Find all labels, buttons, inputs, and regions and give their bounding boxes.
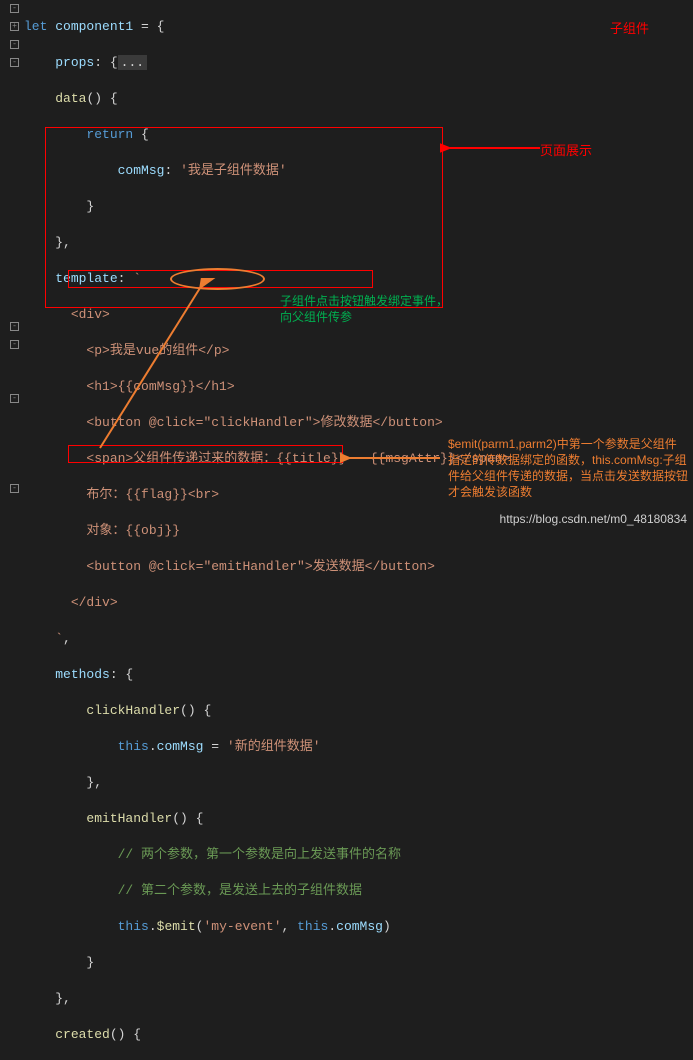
code-line: data() { [24, 90, 510, 108]
annotation-orange-3: 件给父组件传递的数据，当点击发送数据按钮 [448, 467, 688, 484]
annotation-green-1: 子组件点击按钮触发绑定事件， [280, 292, 448, 309]
code-line: 对象：{{obj}} [24, 522, 510, 540]
fold-icon[interactable]: - [10, 394, 19, 403]
code-line: this.comMsg = '新的组件数据' [24, 738, 510, 756]
fold-icon[interactable]: - [10, 484, 19, 493]
code-line: emitHandler() { [24, 810, 510, 828]
redbox-emit-call [68, 445, 343, 463]
annotation-orange-4: 才会触发该函数 [448, 483, 532, 500]
code-line: props: {... [24, 54, 510, 72]
code-line: let component1 = { [24, 18, 510, 36]
annotation-page-display: 页面展示 [540, 140, 592, 159]
code-line: <h1>{{comMsg}}</h1> [24, 378, 510, 396]
fold-icon[interactable]: - [10, 322, 19, 331]
fold-icon[interactable]: - [10, 4, 19, 13]
fold-icon[interactable]: - [10, 58, 19, 67]
annotation-sub-component: 子组件 [610, 18, 649, 37]
code-line: // 第二个参数，是发送上去的子组件数据 [24, 882, 510, 900]
annotation-green-2: 向父组件传参 [280, 308, 352, 325]
code-line: }, [24, 990, 510, 1008]
code-line: }, [24, 774, 510, 792]
code-line: clickHandler() { [24, 702, 510, 720]
code-line: <button @click="clickHandler">修改数据</butt… [24, 414, 510, 432]
annotation-orange-1: $emit(parm1,parm2)中第一个参数是父组件 [448, 435, 677, 452]
annotation-orange-2: 指定的传数据绑定的函数，this.comMsg:子组 [448, 451, 687, 468]
code-line: <button @click="emitHandler">发送数据</butto… [24, 558, 510, 576]
watermark: https://blog.csdn.net/m0_48180834 [500, 512, 687, 526]
code-line: this.$emit('my-event', this.comMsg) [24, 918, 510, 936]
fold-icon[interactable]: - [10, 340, 19, 349]
code-line: created() { [24, 1026, 510, 1044]
fold-icon[interactable]: + [10, 22, 19, 31]
gutter: - + - - - - - - [0, 0, 22, 530]
code-line: </div> [24, 594, 510, 612]
code-line: // 两个参数，第一个参数是向上发送事件的名称 [24, 846, 510, 864]
code-line: methods: { [24, 666, 510, 684]
ellipse-emithandler [170, 268, 265, 290]
code-line: } [24, 954, 510, 972]
fold-icon[interactable]: - [10, 40, 19, 49]
code-line: 布尔：{{flag}}<br> [24, 486, 510, 504]
code-line: <p>我是vue的组件</p> [24, 342, 510, 360]
code-line: `, [24, 630, 510, 648]
